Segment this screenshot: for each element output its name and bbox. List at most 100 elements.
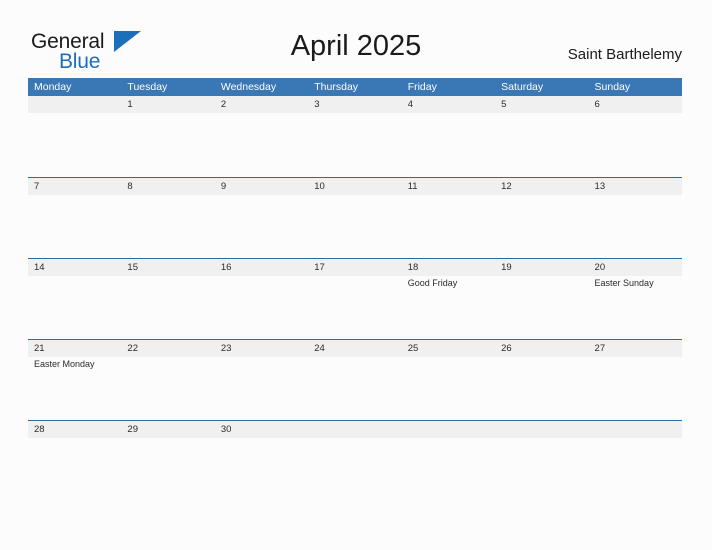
day-cell[interactable]: 26 <box>495 340 589 420</box>
day-cell[interactable]: 5 <box>495 96 589 177</box>
day-number: 7 <box>34 181 40 192</box>
day-cell[interactable]: 3 <box>308 96 402 177</box>
week-row: 7 8 9 10 11 12 13 <box>28 177 682 258</box>
day-cell-empty <box>28 96 122 177</box>
day-number: 16 <box>220 262 232 273</box>
calendar-grid: Monday Tuesday Wednesday Thursday Friday Satu… <box>28 78 682 501</box>
day-number: 27 <box>594 343 606 354</box>
day-cell[interactable]: 11 <box>401 178 496 258</box>
day-band <box>121 178 215 195</box>
day-number: 3 <box>314 99 320 110</box>
day-cell[interactable]: 18 Good Friday <box>401 259 496 339</box>
day-number: 28 <box>34 424 45 435</box>
day-cell[interactable]: 4 <box>401 96 496 177</box>
day-cell-empty <box>401 421 496 501</box>
day-cell[interactable]: 22 <box>121 340 215 420</box>
day-band <box>401 96 496 113</box>
day-band <box>401 421 496 438</box>
day-cell[interactable]: 23 <box>214 340 309 420</box>
day-cell[interactable]: 25 <box>401 340 496 420</box>
day-cell[interactable]: 29 <box>121 421 215 501</box>
day-band <box>28 178 122 195</box>
location-label: Saint Barthelemy <box>567 46 682 63</box>
day-cell[interactable]: 28 <box>28 421 122 501</box>
week-row: 28 29 30 <box>28 420 682 501</box>
weekday-header-wednesday: Wednesday <box>220 81 277 93</box>
day-events: Good Friday <box>408 277 495 290</box>
day-cell[interactable]: 10 <box>308 178 402 258</box>
day-cell[interactable]: 6 <box>588 96 682 177</box>
day-cell[interactable]: 7 <box>28 178 122 258</box>
day-cell[interactable]: 19 <box>495 259 589 339</box>
day-band <box>588 421 682 438</box>
day-cell[interactable]: 16 <box>214 259 309 339</box>
day-cell[interactable]: 8 <box>121 178 215 258</box>
day-number: 6 <box>594 99 600 110</box>
day-number: 15 <box>127 262 138 273</box>
day-number: 14 <box>34 262 45 273</box>
day-band <box>28 96 122 113</box>
day-cell[interactable]: 27 <box>588 340 682 420</box>
day-cell[interactable]: 12 <box>495 178 589 258</box>
weekday-header-thursday: Thursday <box>314 81 359 93</box>
day-number: 22 <box>127 343 138 354</box>
day-number: 18 <box>407 262 419 273</box>
day-cell-empty <box>495 421 589 501</box>
holiday-event: Easter Monday <box>34 359 95 369</box>
day-band <box>495 96 589 113</box>
week-cells: 14 15 16 17 18 Good Friday 19 20 Easter Sunday <box>28 259 682 339</box>
day-number: 11 <box>407 181 418 192</box>
day-number: 5 <box>501 99 507 110</box>
day-number: 2 <box>220 99 227 110</box>
week-row: 1 2 3 4 5 6 <box>28 96 682 177</box>
day-number: 26 <box>501 343 512 354</box>
day-cell-empty <box>588 421 682 501</box>
day-cell[interactable]: 17 <box>308 259 402 339</box>
day-band <box>214 178 309 195</box>
day-number: 1 <box>127 99 133 110</box>
weekday-header-sunday: Sunday <box>594 81 631 93</box>
week-row: 21 Easter Monday 22 23 24 25 26 27 <box>28 339 682 420</box>
day-number: 30 <box>220 424 232 435</box>
day-cell[interactable]: 14 <box>28 259 122 339</box>
day-band <box>495 421 589 438</box>
week-cells: 28 29 30 <box>28 421 682 501</box>
weekday-header-saturday: Saturday <box>501 81 544 93</box>
day-cell[interactable]: 24 <box>308 340 402 420</box>
day-cell-empty <box>308 421 402 501</box>
day-number: 9 <box>220 181 227 192</box>
day-number: 10 <box>314 181 325 192</box>
day-number: 25 <box>407 343 419 354</box>
day-number: 20 <box>594 262 606 273</box>
holiday-event: Good Friday <box>407 278 458 288</box>
week-cells: 1 2 3 4 5 6 <box>28 96 682 177</box>
day-cell[interactable]: 13 <box>588 178 682 258</box>
day-number: 19 <box>501 262 512 273</box>
day-cell[interactable]: 21 Easter Monday <box>28 340 122 420</box>
day-cell[interactable]: 30 <box>214 421 309 501</box>
day-number: 21 <box>34 343 45 354</box>
weekday-header-tuesday: Tuesday <box>127 81 168 93</box>
day-number: 4 <box>407 99 413 110</box>
day-cell[interactable]: 1 <box>121 96 215 177</box>
weekday-header-row: Monday Tuesday Wednesday Thursday Friday Satu… <box>28 78 682 96</box>
holiday-event: Easter Sunday <box>594 278 654 288</box>
week-cells: 7 8 9 10 11 12 13 <box>28 178 682 258</box>
weekday-header-friday: Friday <box>407 81 437 93</box>
day-number: 24 <box>314 343 325 354</box>
day-cell[interactable]: 15 <box>121 259 215 339</box>
day-number: 12 <box>501 181 512 192</box>
day-band <box>121 96 215 113</box>
day-number: 13 <box>594 181 606 192</box>
day-band <box>308 421 402 438</box>
day-events: Easter Sunday <box>595 277 682 290</box>
calendar-weeks: 1 2 3 4 5 6 7 8 9 10 11 12 13 14 15 16 17 18 Good Friday 19… <box>28 96 682 501</box>
page-header: General Blue April 2025 Saint Barthelemy <box>0 0 712 78</box>
day-number: 8 <box>127 181 133 192</box>
day-band <box>214 96 309 113</box>
day-cell[interactable]: 20 Easter Sunday <box>588 259 682 339</box>
day-number: 23 <box>220 343 232 354</box>
day-cell[interactable]: 2 <box>214 96 309 177</box>
week-cells: 21 Easter Monday 22 23 24 25 26 27 <box>28 340 682 420</box>
day-cell[interactable]: 9 <box>214 178 309 258</box>
